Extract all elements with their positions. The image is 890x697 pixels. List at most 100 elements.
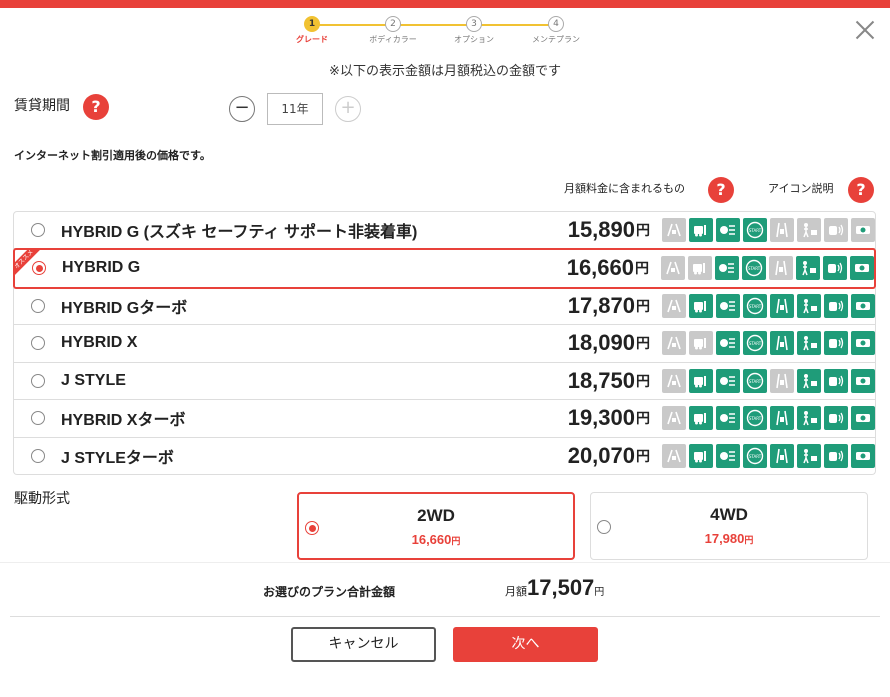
collision-brake-icon (689, 368, 713, 393)
auto-high-beam-icon (715, 256, 739, 280)
svg-text:START: START (749, 416, 762, 421)
feature-icons: START (662, 217, 875, 242)
lane-warning-icon (662, 443, 686, 468)
step-label: グレード (296, 35, 328, 44)
yen-unit: 円 (636, 447, 650, 464)
total-suffix: 円 (594, 587, 605, 598)
auto-high-beam-icon (716, 368, 740, 393)
lane-warning-icon (662, 331, 686, 356)
grade-row[interactable]: J STYLE 18,750 円 START (13, 362, 876, 400)
parking-sensor-icon (824, 368, 848, 393)
step-label: ボディカラー (369, 35, 417, 44)
parking-sensor-icon (823, 256, 847, 280)
step-dot: 4 (548, 16, 564, 32)
yen-unit: 円 (636, 335, 650, 352)
auto-high-beam-icon (716, 406, 740, 431)
included-items-label: 月額料金に含まれるもの (564, 182, 685, 195)
feature-icons: START (662, 331, 875, 356)
grade-name: J STYLEターボ (61, 449, 174, 467)
icon-explanation-help-icon[interactable]: ? (848, 177, 874, 203)
auto-high-beam-icon (716, 443, 740, 468)
step-label: オプション (454, 35, 494, 44)
footer-panel: お選びのプラン合計金額 月額 17,507 円 キャンセル 次へ (0, 562, 890, 697)
pedestrian-detect-icon (797, 331, 821, 356)
radio-button[interactable] (31, 411, 45, 426)
close-icon[interactable] (852, 17, 878, 43)
tax-note: ※以下の表示金額は月額税込の金額です (329, 64, 561, 79)
parking-sensor-icon (824, 331, 848, 356)
grade-row[interactable]: J STYLEターボ 20,070 円 START (13, 437, 876, 475)
parking-sensor-icon (824, 217, 848, 242)
feature-icons: START (661, 256, 874, 280)
yen-unit: 円 (636, 221, 650, 238)
grade-list: HYBRID G (スズキ セーフティ サポート非装着車) 15,890 円 STAR… (13, 211, 876, 475)
feature-icons: START (662, 293, 875, 318)
grade-name: HYBRID G (スズキ セーフティ サポート非装着車) (61, 223, 418, 241)
term-stepper: − 11年 + (229, 93, 361, 125)
lane-assist-icon (770, 443, 794, 468)
step-grade: 1 グレード (272, 16, 352, 45)
svg-text:START: START (749, 304, 762, 309)
step-dot: 3 (466, 16, 482, 32)
svg-text:START: START (748, 266, 761, 271)
radio-button[interactable] (31, 298, 45, 313)
progress-stepper: 1 グレード 2 ボディカラー 3 オプション 4 メンテプラン (292, 16, 592, 46)
grade-price: 20,070 (567, 442, 635, 468)
step-label: メンテプラン (532, 35, 580, 44)
lane-warning-icon (662, 293, 686, 318)
drive-type-label: 駆動形式 (14, 491, 70, 507)
term-value: 11年 (267, 93, 323, 125)
feature-icons: START (662, 443, 875, 468)
term-label: 賃貸期間 (14, 98, 70, 114)
radio-button[interactable] (31, 373, 45, 388)
discount-note: インターネット割引適用後の価格です。 (14, 149, 211, 162)
term-decrement-button[interactable]: − (229, 96, 255, 122)
lane-assist-icon (770, 217, 794, 242)
radio-button[interactable] (32, 261, 46, 275)
included-help-icon[interactable]: ? (708, 177, 734, 203)
radio-button[interactable] (31, 222, 45, 237)
step-option: 3 オプション (434, 16, 514, 45)
cruise-icon (851, 331, 875, 356)
push-start-icon: START (743, 331, 767, 356)
collision-brake-icon (688, 256, 712, 280)
push-start-icon: START (743, 443, 767, 468)
cruise-icon (851, 406, 875, 431)
next-button[interactable]: 次へ (453, 627, 598, 662)
step-maintenance: 4 メンテプラン (516, 16, 596, 45)
drive-option-4wd[interactable]: 4WD 17,980円 (590, 492, 868, 560)
drive-name: 4WD (710, 505, 748, 524)
grade-name: HYBRID Xターボ (61, 412, 186, 430)
grade-row[interactable]: オススメ HYBRID G 16,660 円 START (13, 247, 876, 289)
svg-text:START: START (749, 341, 762, 346)
auto-high-beam-icon (716, 331, 740, 356)
pedestrian-detect-icon (797, 443, 821, 468)
cancel-button[interactable]: キャンセル (291, 627, 436, 662)
term-help-icon[interactable]: ? (83, 94, 109, 120)
term-increment-button[interactable]: + (335, 96, 361, 122)
lane-warning-icon (662, 406, 686, 431)
lane-warning-icon (662, 217, 686, 242)
cruise-icon (851, 217, 875, 242)
auto-high-beam-icon (716, 293, 740, 318)
grade-price: 18,750 (567, 367, 635, 393)
cruise-icon (851, 368, 875, 393)
lane-assist-icon (770, 293, 794, 318)
drive-price-value: 16,660 (411, 532, 452, 547)
push-start-icon: START (742, 256, 766, 280)
parking-sensor-icon (824, 293, 848, 318)
drive-price: 16,660円 (299, 532, 573, 547)
radio-button[interactable] (31, 336, 45, 351)
total-amount: 月額 17,507 円 (505, 575, 604, 601)
icon-explanation-label: アイコン説明 (768, 182, 834, 195)
grade-row[interactable]: HYBRID X 18,090 円 START (13, 325, 876, 363)
collision-brake-icon (689, 217, 713, 242)
yen-unit: 円 (636, 410, 650, 427)
radio-button[interactable] (31, 448, 45, 463)
grade-row[interactable]: HYBRID Gターボ 17,870 円 START (13, 287, 876, 325)
drive-option-2wd[interactable]: 2WD 16,660円 (297, 492, 575, 560)
collision-brake-icon (689, 443, 713, 468)
grade-row[interactable]: HYBRID Xターボ 19,300 円 START (13, 400, 876, 438)
help-mark: ? (848, 177, 874, 203)
grade-row[interactable]: HYBRID G (スズキ セーフティ サポート非装着車) 15,890 円 STAR… (13, 211, 876, 249)
